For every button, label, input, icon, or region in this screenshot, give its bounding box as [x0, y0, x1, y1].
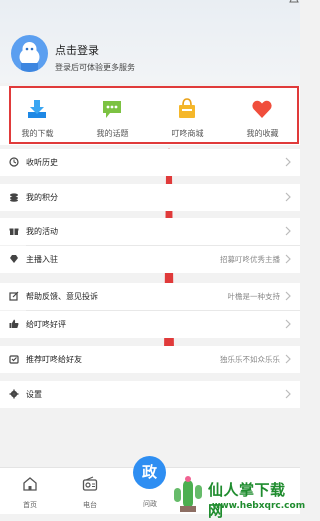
menu-row-settings[interactable]: 设置	[0, 381, 300, 408]
menu-row-activities[interactable]: 我的活动	[0, 218, 300, 245]
chevron-right-icon	[285, 354, 291, 364]
menu-value: 叶檐是一种支持	[227, 292, 281, 301]
login-title[interactable]: 点击登录	[55, 42, 99, 58]
chevron-right-icon	[285, 254, 291, 264]
watermark-url: www.hebxqrc.com	[212, 501, 306, 511]
menu-label: 我的积分	[26, 193, 58, 202]
chevron-right-icon	[285, 319, 291, 329]
points-icon	[10, 193, 18, 202]
chevron-right-icon	[285, 389, 291, 399]
chevron-right-icon	[285, 291, 291, 301]
center-action-button[interactable]: 政	[133, 456, 166, 489]
menu-row-feedback[interactable]: 帮助反馈、意见投诉 叶檐是一种支持	[0, 283, 300, 310]
site-watermark: 仙人掌下载网 www.hebxqrc.com	[170, 472, 305, 520]
avatar-mascot-icon	[19, 42, 40, 72]
menu-label: 给叮咚好评	[26, 320, 66, 329]
thumb-up-icon	[9, 319, 19, 328]
menu-label: 推荐叮咚给好友	[26, 355, 82, 364]
share-icon	[9, 355, 19, 364]
menu-row-rate[interactable]: 给叮咚好评	[0, 311, 300, 338]
menu-row-share[interactable]: 推荐叮咚给好友 独乐乐不如众乐乐	[0, 346, 300, 373]
bell-icon[interactable]	[288, 0, 300, 6]
login-subtitle: 登录后可体验更多服务	[55, 63, 135, 72]
menu-row-points[interactable]: 我的积分	[0, 184, 300, 211]
watermark-text: 仙人掌下载网	[208, 481, 286, 520]
gear-icon	[9, 389, 19, 399]
tab-radio[interactable]: 电台	[60, 468, 120, 514]
tab-label: 电台	[83, 501, 97, 509]
profile-header: 点击登录 登录后可体验更多服务	[0, 0, 300, 83]
menu-row-history[interactable]: 收听历史	[0, 149, 300, 176]
chevron-right-icon	[285, 157, 291, 167]
menu-value: 招募叮咚优秀主播	[220, 255, 280, 264]
radio-icon	[82, 476, 98, 491]
clock-icon	[9, 157, 19, 167]
tab-label: 问政	[143, 500, 157, 508]
tab-label: 首页	[23, 501, 37, 509]
menu-label: 我的活动	[26, 227, 58, 236]
menu-label: 设置	[26, 390, 42, 399]
gift-icon	[9, 228, 19, 235]
chevron-right-icon	[285, 226, 291, 236]
menu-label: 收听历史	[26, 158, 58, 167]
avatar[interactable]	[11, 35, 48, 72]
highlight-box	[9, 86, 299, 144]
menu-label: 主播入驻	[26, 255, 58, 264]
cactus-logo-icon	[174, 476, 202, 512]
diamond-icon	[10, 255, 18, 263]
tab-home[interactable]: 首页	[0, 468, 60, 514]
home-icon	[23, 477, 37, 491]
feedback-icon	[9, 291, 19, 301]
menu-label: 帮助反馈、意见投诉	[26, 292, 98, 301]
menu-value: 独乐乐不如众乐乐	[220, 355, 280, 364]
chevron-right-icon	[285, 192, 291, 202]
menu-row-anchor[interactable]: 主播入驻 招募叮咚优秀主播	[0, 246, 300, 273]
